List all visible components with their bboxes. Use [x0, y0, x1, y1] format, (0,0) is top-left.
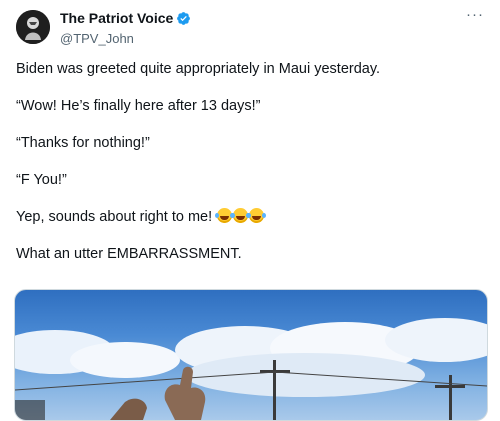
rolling-on-floor-laughing-icon	[231, 208, 249, 223]
tweet-line: Yep, sounds about right to me!	[16, 209, 213, 225]
tweet-text: Biden was greeted quite appropriately in…	[16, 60, 486, 282]
author-display-name-row[interactable]: The Patriot Voice	[60, 10, 191, 27]
author-names: The Patriot Voice @TPV_John	[60, 10, 191, 47]
verified-badge-icon	[177, 12, 191, 25]
author-handle[interactable]: @TPV_John	[60, 31, 191, 47]
eagle-avatar-icon	[16, 10, 50, 44]
tweet-line: “Wow! He’s finally here after 13 days!”	[16, 98, 261, 114]
author-display-name[interactable]: The Patriot Voice	[60, 10, 173, 27]
tweet-line: “F You!”	[16, 172, 67, 188]
tweet-line: “Thanks for nothing!”	[16, 135, 150, 151]
tweet-line-with-emoji: Yep, sounds about right to me!	[16, 208, 486, 226]
video-frame-sky-scene	[15, 318, 487, 420]
tweet-line: What an utter EMBARRASSMENT.	[16, 246, 242, 262]
author-avatar[interactable]	[16, 10, 50, 44]
tweet-line: Biden was greeted quite appropriately in…	[16, 61, 381, 77]
tweet-video-thumbnail[interactable]	[14, 289, 488, 421]
rolling-on-floor-laughing-icon	[247, 208, 265, 223]
rolling-on-floor-laughing-icon	[215, 208, 233, 223]
tweet-card: The Patriot Voice @TPV_John ··· Biden wa…	[0, 0, 500, 421]
more-options-icon[interactable]: ···	[464, 7, 486, 26]
